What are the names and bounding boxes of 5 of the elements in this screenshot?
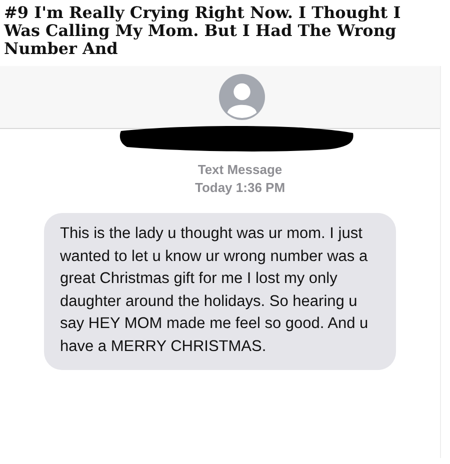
message-bubble: This is the lady u thought was ur mom. I just wanted to let u know ur wrong number was a great Christmas gift for me I lost my only daughter around the holidays. So hearing u say HEY MOM made me feel so good. And u have a MERRY CHRISTMAS. [44, 213, 396, 370]
message-time: Today 1:36 PM [194, 179, 286, 197]
conversation-label: Text Message [198, 161, 282, 179]
article-title: #9 I'm Really Crying Right Now. I Thought I Was Calling My Mom. But I Had The Wrong Number And [4, 4, 402, 58]
avatar-icon [219, 74, 265, 120]
